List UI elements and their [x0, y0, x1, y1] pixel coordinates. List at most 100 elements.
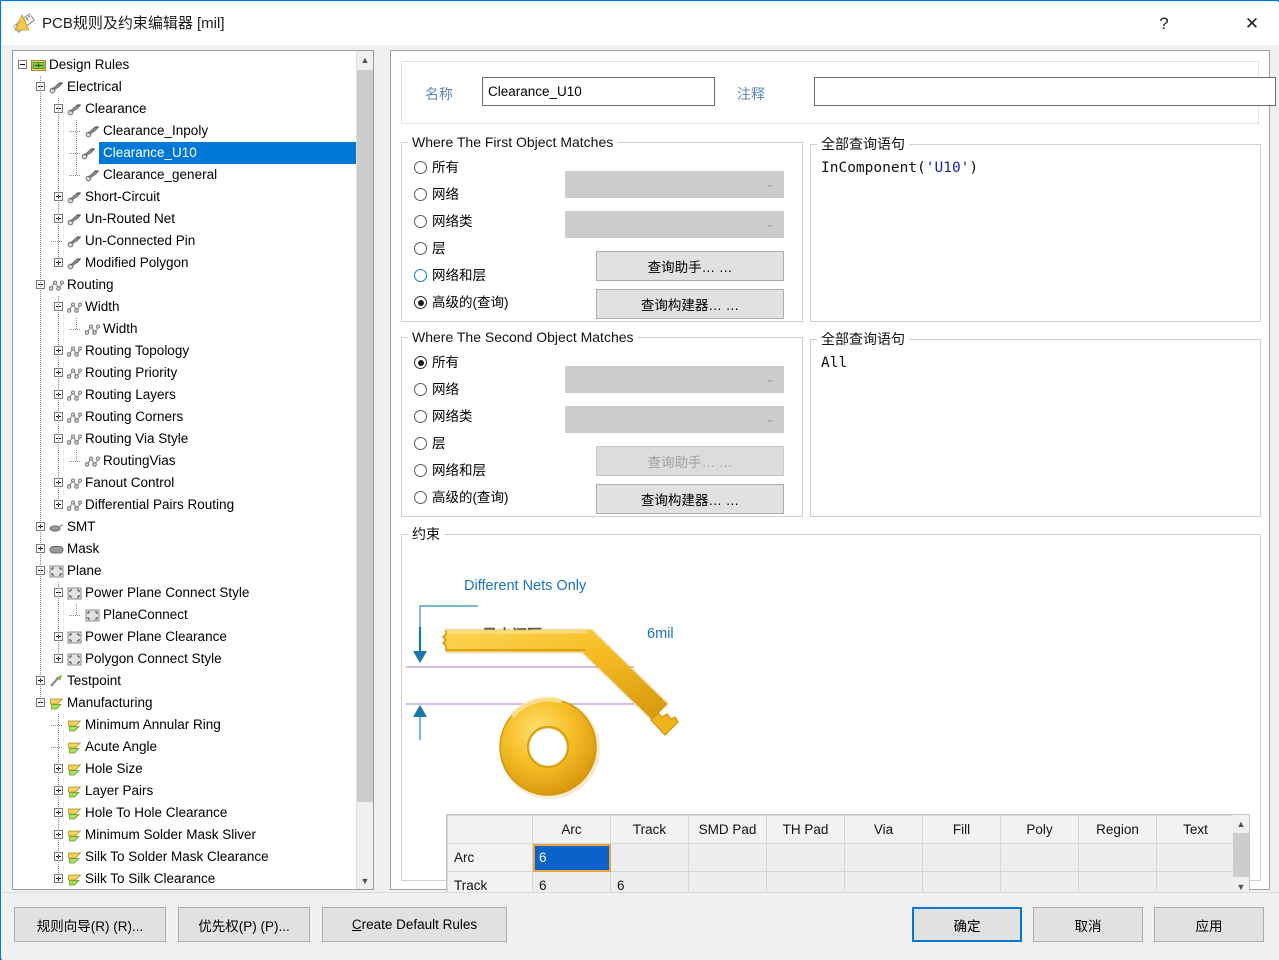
- matrix-scrollbar[interactable]: ▲ ▼: [1233, 815, 1249, 895]
- first-object-net-combo[interactable]: ⌄: [565, 171, 784, 198]
- tree-item[interactable]: Fanout Control: [13, 472, 358, 494]
- tree-guide-line: [58, 714, 59, 879]
- second-query-builder-button[interactable]: 查询构建器… …: [596, 484, 784, 514]
- matrix-row-header[interactable]: Arc: [447, 843, 533, 872]
- tree-item[interactable]: Routing Via Style: [13, 428, 358, 450]
- first-query-helper-button[interactable]: 查询助手… …: [596, 251, 784, 281]
- tree-item[interactable]: Silk To Solder Mask Clearance: [13, 846, 358, 868]
- clearance-matrix-table[interactable]: Arc Track SMD Pad TH Pad Via Fill Poly Region Te…: [446, 814, 1250, 896]
- help-button[interactable]: ?: [1141, 3, 1187, 45]
- second-object-netclass-combo[interactable]: ⌄: [565, 406, 784, 433]
- first-object-netclass-combo[interactable]: ⌄: [565, 211, 784, 238]
- tree-item[interactable]: Routing Priority: [13, 362, 358, 384]
- matrix-col-header[interactable]: SMD Pad: [688, 815, 767, 844]
- matrix-cell[interactable]: [766, 843, 845, 872]
- matrix-col-header[interactable]: Via: [844, 815, 923, 844]
- create-default-rules-button[interactable]: Create Default Rules: [322, 907, 507, 942]
- matrix-scroll-thumb[interactable]: [1233, 833, 1249, 877]
- tree-item[interactable]: Modified Polygon: [13, 252, 358, 274]
- matrix-cell[interactable]: [1078, 843, 1157, 872]
- tree-item[interactable]: Hole Size: [13, 758, 358, 780]
- matrix-cell[interactable]: [922, 843, 1001, 872]
- tree-item[interactable]: Design Rules: [13, 54, 358, 76]
- matrix-cell[interactable]: [688, 843, 767, 872]
- tree-item[interactable]: Width: [13, 318, 358, 340]
- tree-item[interactable]: Minimum Annular Ring: [13, 714, 358, 736]
- matrix-cell[interactable]: 6: [532, 843, 611, 872]
- design-rules-tree[interactable]: Design Rules Electrical Clearance Clearance…: [12, 50, 374, 890]
- matrix-col-header[interactable]: TH Pad: [766, 815, 845, 844]
- matrix-col-header[interactable]: Text: [1156, 815, 1235, 844]
- close-button[interactable]: ✕: [1229, 3, 1275, 45]
- matrix-cell[interactable]: [1000, 843, 1079, 872]
- tree-item-label: Routing: [67, 277, 114, 292]
- tree-item[interactable]: Silk To Silk Clearance: [13, 868, 358, 889]
- scroll-down-icon[interactable]: ▼: [357, 872, 373, 889]
- second-object-net-combo[interactable]: ⌄: [565, 366, 784, 393]
- matrix-cell[interactable]: [610, 843, 689, 872]
- tree-item[interactable]: Un-Routed Net: [13, 208, 358, 230]
- tree-item[interactable]: Clearance: [13, 98, 358, 120]
- tree-item[interactable]: SMT: [13, 516, 358, 538]
- matrix-col-header[interactable]: Track: [610, 815, 689, 844]
- tree-item[interactable]: Clearance_Inpoly: [13, 120, 358, 142]
- tree-item[interactable]: Clearance_general: [13, 164, 358, 186]
- tree-item[interactable]: Hole To Hole Clearance: [13, 802, 358, 824]
- ok-button[interactable]: 确定: [912, 907, 1022, 942]
- tree-scrollbar[interactable]: ▲ ▼: [356, 51, 373, 889]
- matrix-col-header[interactable]: Region: [1078, 815, 1157, 844]
- rule-name-input[interactable]: [482, 77, 715, 106]
- first-full-query-text[interactable]: InComponent('U10'): [821, 160, 978, 176]
- matrix-col-header[interactable]: Arc: [532, 815, 611, 844]
- tree-item[interactable]: Routing: [13, 274, 358, 296]
- tree-item[interactable]: Routing Corners: [13, 406, 358, 428]
- tree-item[interactable]: Testpoint: [13, 670, 358, 692]
- collapse-icon[interactable]: [18, 60, 27, 69]
- matrix-cell[interactable]: [844, 843, 923, 872]
- tree-item[interactable]: Short-Circuit: [13, 186, 358, 208]
- tree-item[interactable]: RoutingVias: [13, 450, 358, 472]
- tree-item[interactable]: Layer Pairs: [13, 780, 358, 802]
- tree-item[interactable]: Plane: [13, 560, 358, 582]
- priority-button[interactable]: 优先权(P) (P)...: [178, 907, 310, 942]
- tree-item[interactable]: Routing Topology: [13, 340, 358, 362]
- matrix-cell[interactable]: [1156, 843, 1235, 872]
- rule-wizard-button[interactable]: 规则向导(R) (R)...: [14, 907, 166, 942]
- tree-item-selected[interactable]: Clearance_U10: [81, 142, 356, 164]
- apply-button[interactable]: 应用: [1154, 907, 1264, 942]
- tree-item[interactable]: Mask: [13, 538, 358, 560]
- tree-item[interactable]: Power Plane Connect Style: [13, 582, 358, 604]
- tree-item[interactable]: Minimum Solder Mask Sliver: [13, 824, 358, 846]
- routing-icon: [66, 498, 82, 513]
- tree-scroll-thumb[interactable]: [357, 70, 373, 802]
- tree-item[interactable]: PlaneConnect: [13, 604, 358, 626]
- tree-item[interactable]: Acute Angle: [13, 736, 358, 758]
- tree-item[interactable]: Differential Pairs Routing: [13, 494, 358, 516]
- tree-item[interactable]: Polygon Connect Style: [13, 648, 358, 670]
- tree-item[interactable]: Power Plane Clearance: [13, 626, 358, 648]
- tree-item-label: Routing Layers: [85, 387, 176, 402]
- cancel-button[interactable]: 取消: [1033, 907, 1143, 942]
- tree-item[interactable]: Width: [13, 296, 358, 318]
- scroll-up-icon[interactable]: ▲: [357, 51, 373, 68]
- routing-icon: [84, 454, 100, 469]
- tree-item[interactable]: Manufacturing: [13, 692, 358, 714]
- tree-guide-line: [76, 120, 77, 175]
- second-full-query-text[interactable]: All: [821, 355, 847, 371]
- tree-item-label: Width: [85, 299, 120, 314]
- matrix-corner-header[interactable]: [447, 815, 533, 844]
- matrix-col-header[interactable]: Poly: [1000, 815, 1079, 844]
- electrical-icon: [85, 168, 100, 183]
- electrical-icon: [49, 80, 64, 95]
- matrix-col-header[interactable]: Fill: [922, 815, 1001, 844]
- tree-item[interactable]: Routing Layers: [13, 384, 358, 406]
- radio-dot-icon: [414, 437, 427, 450]
- scroll-up-icon[interactable]: ▲: [1233, 815, 1249, 832]
- first-query-builder-button[interactable]: 查询构建器… …: [596, 289, 784, 319]
- tree-item[interactable]: Electrical: [13, 76, 358, 98]
- tree-item[interactable]: Un-Connected Pin: [13, 230, 358, 252]
- first-object-radio-label: 网络: [432, 187, 459, 202]
- tree-item-label: Layer Pairs: [85, 783, 154, 798]
- plane-icon: [85, 608, 100, 623]
- rule-comment-input[interactable]: [814, 77, 1276, 106]
